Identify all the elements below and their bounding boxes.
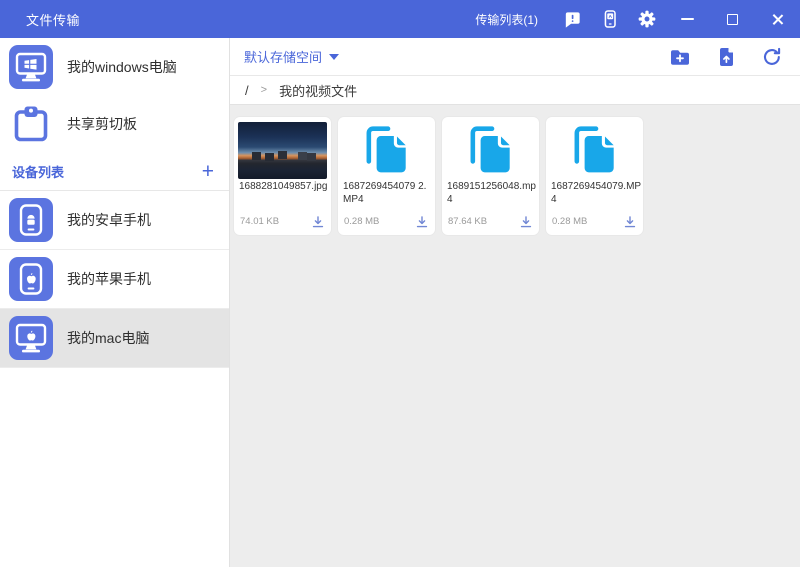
file-card[interactable]: 1687269454079 2.MP4 0.28 MB bbox=[338, 117, 435, 235]
file-size: 0.28 MB bbox=[552, 216, 587, 227]
refresh-icon[interactable] bbox=[761, 46, 783, 68]
file-grid: 1688281049857.jpg 74.01 KB bbox=[230, 105, 800, 567]
sidebar-item-shared-clipboard[interactable]: 共享剪切板 bbox=[0, 95, 229, 152]
app-title: 文件传输 bbox=[26, 10, 80, 29]
maximize-icon bbox=[727, 14, 738, 25]
close-icon bbox=[771, 13, 784, 26]
device-list-header: 设备列表 + bbox=[0, 152, 229, 191]
file-meta-row: 0.28 MB bbox=[341, 214, 432, 229]
device-item-label: 我的mac电脑 bbox=[67, 328, 149, 348]
file-meta-row: 0.28 MB bbox=[549, 214, 640, 229]
minimize-button[interactable] bbox=[665, 0, 710, 38]
download-icon bbox=[311, 215, 325, 229]
maximize-button[interactable] bbox=[710, 0, 755, 38]
sidebar-item-label: 共享剪切板 bbox=[67, 114, 137, 134]
add-device-button[interactable]: + bbox=[202, 161, 214, 182]
file-meta-row: 87.64 KB bbox=[445, 214, 536, 229]
device-item-apple-phone[interactable]: 我的苹果手机 bbox=[0, 250, 229, 309]
chevron-down-icon bbox=[329, 54, 339, 60]
toolbar-actions bbox=[669, 46, 783, 68]
new-folder-icon[interactable] bbox=[669, 46, 691, 68]
device-item-label: 我的安卓手机 bbox=[67, 210, 151, 230]
file-name: 1689151256048.mp4 bbox=[447, 181, 538, 206]
windows-pc-icon bbox=[9, 45, 53, 89]
mac-pc-icon bbox=[9, 316, 53, 360]
clipboard-icon bbox=[9, 102, 53, 146]
file-card[interactable]: 1687269454079.MP4 0.28 MB bbox=[546, 117, 643, 235]
content: 我的windows电脑 共享剪切板 设备列表 + bbox=[0, 38, 800, 567]
minimize-icon bbox=[681, 18, 694, 20]
feedback-icon[interactable] bbox=[554, 0, 591, 38]
storage-selector-label: 默认存储空间 bbox=[244, 47, 322, 66]
main-panel: 默认存储空间 bbox=[230, 38, 800, 567]
file-copy-icon bbox=[360, 123, 414, 177]
file-size: 0.28 MB bbox=[344, 216, 379, 227]
download-button[interactable] bbox=[414, 214, 429, 229]
upload-file-icon[interactable] bbox=[715, 46, 737, 68]
device-item-android-phone[interactable]: 我的安卓手机 bbox=[0, 191, 229, 250]
breadcrumb-current-folder: 我的视频文件 bbox=[279, 81, 357, 100]
download-icon bbox=[623, 215, 637, 229]
breadcrumb-root[interactable]: / bbox=[245, 83, 249, 98]
image-thumbnail bbox=[238, 122, 327, 179]
file-size: 74.01 KB bbox=[240, 216, 279, 227]
file-meta-row: 74.01 KB bbox=[237, 214, 328, 229]
titlebar: 文件传输 传输列表(1) A bbox=[0, 0, 800, 38]
storage-selector[interactable]: 默认存储空间 bbox=[244, 47, 339, 66]
file-size: 87.64 KB bbox=[448, 216, 487, 227]
download-button[interactable] bbox=[622, 214, 637, 229]
file-card[interactable]: 1689151256048.mp4 87.64 KB bbox=[442, 117, 539, 235]
app-window: 文件传输 传输列表(1) A bbox=[0, 0, 800, 567]
device-list-title: 设备列表 bbox=[12, 162, 64, 181]
file-icon-area bbox=[341, 121, 432, 179]
close-button[interactable] bbox=[755, 0, 800, 38]
file-card[interactable]: 1688281049857.jpg 74.01 KB bbox=[234, 117, 331, 235]
transfer-list-button[interactable]: 传输列表(1) bbox=[475, 11, 538, 28]
android-phone-icon bbox=[9, 198, 53, 242]
download-icon bbox=[519, 215, 533, 229]
toolbar: 默认存储空间 bbox=[230, 38, 800, 76]
file-icon-area bbox=[549, 121, 640, 179]
download-button[interactable] bbox=[518, 214, 533, 229]
file-name: 1687269454079 2.MP4 bbox=[343, 181, 434, 206]
apple-phone-icon bbox=[9, 257, 53, 301]
file-copy-icon bbox=[568, 123, 622, 177]
file-copy-icon bbox=[464, 123, 518, 177]
device-item-mac-pc[interactable]: 我的mac电脑 bbox=[0, 309, 229, 368]
settings-gear-icon[interactable] bbox=[628, 0, 665, 38]
svg-text:A: A bbox=[608, 14, 612, 20]
file-name: 1687269454079.MP4 bbox=[551, 181, 642, 206]
download-icon bbox=[415, 215, 429, 229]
sidebar-item-windows-pc[interactable]: 我的windows电脑 bbox=[0, 38, 229, 95]
phone-connect-icon[interactable]: A bbox=[591, 0, 628, 38]
file-icon-area bbox=[445, 121, 536, 179]
sidebar: 我的windows电脑 共享剪切板 设备列表 + bbox=[0, 38, 230, 567]
file-name: 1688281049857.jpg bbox=[239, 181, 330, 194]
device-item-label: 我的苹果手机 bbox=[67, 269, 151, 289]
titlebar-right: 传输列表(1) A bbox=[475, 0, 800, 38]
sidebar-item-label: 我的windows电脑 bbox=[67, 57, 177, 77]
breadcrumb-separator: > bbox=[261, 84, 267, 96]
breadcrumb: / > 我的视频文件 bbox=[230, 76, 800, 105]
download-button[interactable] bbox=[310, 214, 325, 229]
